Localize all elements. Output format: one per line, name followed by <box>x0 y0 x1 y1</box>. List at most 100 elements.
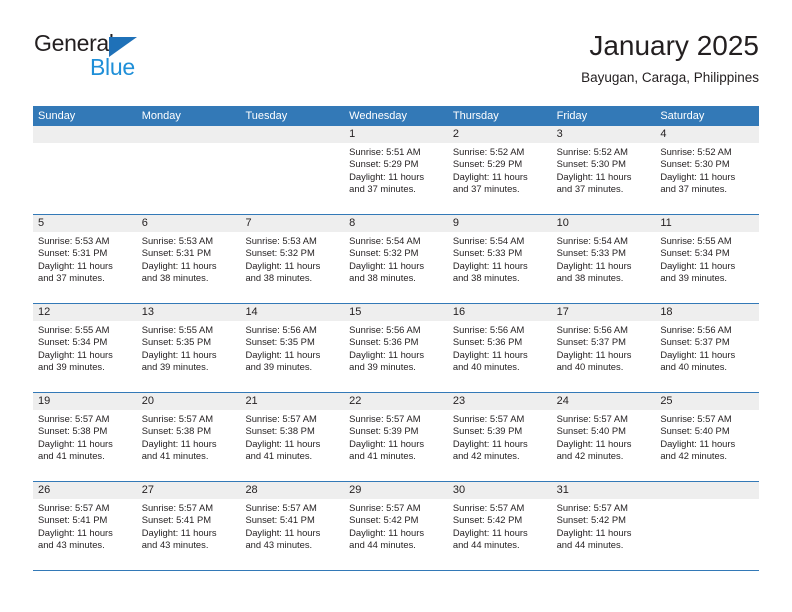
page-title: January 2025 <box>589 30 759 61</box>
day-info-sunset: Sunset: 5:42 PM <box>556 514 626 526</box>
day-info-sunrise: Sunrise: 5:57 AM <box>38 413 110 424</box>
day-cell-2[interactable]: 2 Sunrise: 5:52 AM Sunset: 5:29 PM Daylight… <box>447 126 552 214</box>
day-cell-14[interactable]: 14 Sunrise: 5:56 AM Sunset: 5:35 PM Dayligh… <box>240 304 345 392</box>
day-cell-30[interactable]: 30 Sunrise: 5:57 AM Sunset: 5:42 PM Dayligh… <box>447 482 552 570</box>
day-info-sunset: Sunset: 5:41 PM <box>141 514 212 526</box>
day-cell-27[interactable]: 27 Sunrise: 5:57 AM Sunset: 5:41 PM Dayligh… <box>136 482 241 570</box>
day-number: 19 <box>33 393 137 410</box>
day-info-sunset: Sunset: 5:37 PM <box>660 336 730 348</box>
day-cell-29[interactable]: 29 Sunrise: 5:57 AM Sunset: 5:42 PM Dayligh… <box>344 482 448 570</box>
calendar-weeks: 1 Sunrise: 5:51 AM Sunset: 5:29 PM Daylight… <box>33 126 760 571</box>
day-number: 20 <box>136 393 241 410</box>
day-cell-11[interactable]: 11 Sunrise: 5:55 AM Sunset: 5:34 PM Dayligh… <box>655 215 760 303</box>
day-cell-10[interactable]: 10 Sunrise: 5:54 AM Sunset: 5:33 PM Dayligh… <box>551 215 656 303</box>
day-number: 8 <box>344 215 448 232</box>
day-info-daylight2: and 38 minutes. <box>556 272 624 284</box>
day-info-daylight2: and 44 minutes. <box>349 539 416 551</box>
day-sun-info: Sunrise: 5:57 AM Sunset: 5:42 PM Daylight:… <box>448 499 552 552</box>
day-info-sunset: Sunset: 5:41 PM <box>245 514 315 526</box>
day-cell-9[interactable]: 9 Sunrise: 5:54 AM Sunset: 5:33 PM Daylight… <box>447 215 552 303</box>
day-cell-24[interactable]: 24 Sunrise: 5:57 AM Sunset: 5:40 PM Dayligh… <box>551 393 656 481</box>
day-info-daylight2: and 43 minutes. <box>245 539 313 551</box>
day-info-sunset: Sunset: 5:29 PM <box>452 158 523 170</box>
day-cell-20[interactable]: 20 Sunrise: 5:57 AM Sunset: 5:38 PM Dayligh… <box>136 393 241 481</box>
day-info-sunrise: Sunrise: 5:57 AM <box>141 413 214 424</box>
day-number: 5 <box>33 215 137 232</box>
day-cell-15[interactable]: 15 Sunrise: 5:56 AM Sunset: 5:36 PM Dayligh… <box>344 304 448 392</box>
day-cell-18[interactable]: 18 Sunrise: 5:56 AM Sunset: 5:37 PM Dayligh… <box>655 304 760 392</box>
day-number: 11 <box>655 215 760 232</box>
day-cell-3[interactable]: 3 Sunrise: 5:52 AM Sunset: 5:30 PM Daylight… <box>551 126 656 214</box>
day-cell-28[interactable]: 28 Sunrise: 5:57 AM Sunset: 5:41 PM Dayligh… <box>240 482 345 570</box>
weekday-header-saturday: Saturday <box>660 110 705 122</box>
day-cell-1[interactable]: 1 Sunrise: 5:51 AM Sunset: 5:29 PM Daylight… <box>344 126 448 214</box>
day-info-daylight1: Daylight: 11 hours <box>556 437 632 449</box>
day-cell-16[interactable]: 16 Sunrise: 5:56 AM Sunset: 5:36 PM Dayligh… <box>447 304 552 392</box>
day-cell-17[interactable]: 17 Sunrise: 5:56 AM Sunset: 5:37 PM Dayligh… <box>551 304 656 392</box>
day-cell-25[interactable]: 25 Sunrise: 5:57 AM Sunset: 5:40 PM Dayligh… <box>655 393 760 481</box>
day-info-sunrise: Sunrise: 5:57 AM <box>660 413 732 424</box>
day-sun-info: Sunrise: 5:57 AM Sunset: 5:38 PM Daylight:… <box>137 410 241 463</box>
day-number: 17 <box>551 304 656 321</box>
day-cell-5[interactable]: 5 Sunrise: 5:53 AM Sunset: 5:31 PM Daylight… <box>33 215 137 303</box>
day-info-daylight2: and 41 minutes. <box>141 450 209 462</box>
day-info-daylight1: Daylight: 11 hours <box>349 348 425 360</box>
day-cell-8[interactable]: 8 Sunrise: 5:54 AM Sunset: 5:32 PM Daylight… <box>344 215 448 303</box>
calendar-week-row: 26 Sunrise: 5:57 AM Sunset: 5:41 PM Dayligh… <box>33 482 760 571</box>
day-info-daylight2: and 40 minutes. <box>660 361 728 373</box>
day-info-sunset: Sunset: 5:33 PM <box>452 247 523 259</box>
day-sun-info: Sunrise: 5:57 AM Sunset: 5:40 PM Daylight:… <box>552 410 656 463</box>
day-info-daylight2: and 37 minutes. <box>660 183 728 195</box>
day-number: 31 <box>551 482 656 499</box>
day-sun-info: Sunrise: 5:51 AM Sunset: 5:29 PM Daylight:… <box>344 143 448 196</box>
day-cell-12[interactable]: 12 Sunrise: 5:55 AM Sunset: 5:34 PM Dayligh… <box>33 304 137 392</box>
day-info-sunset: Sunset: 5:40 PM <box>660 425 730 437</box>
day-info-sunset: Sunset: 5:39 PM <box>349 425 419 437</box>
day-info-daylight2: and 37 minutes. <box>38 272 105 284</box>
day-number: 9 <box>447 215 552 232</box>
day-cell-21[interactable]: 21 Sunrise: 5:57 AM Sunset: 5:38 PM Dayligh… <box>240 393 345 481</box>
day-info-daylight1: Daylight: 11 hours <box>38 437 113 449</box>
day-info-sunrise: Sunrise: 5:57 AM <box>349 413 421 424</box>
day-info-daylight1: Daylight: 11 hours <box>141 348 217 360</box>
day-cell-13[interactable]: 13 Sunrise: 5:55 AM Sunset: 5:35 PM Dayligh… <box>136 304 241 392</box>
day-cell-31[interactable]: 31 Sunrise: 5:57 AM Sunset: 5:42 PM Dayligh… <box>551 482 656 570</box>
day-number: 23 <box>447 393 552 410</box>
day-info-daylight2: and 39 minutes. <box>38 361 105 373</box>
day-number: 4 <box>655 126 760 143</box>
day-info-daylight2: and 39 minutes. <box>141 361 209 373</box>
day-number: 1 <box>344 126 448 143</box>
day-number: 30 <box>447 482 552 499</box>
day-number: 24 <box>551 393 656 410</box>
day-info-sunset: Sunset: 5:37 PM <box>556 336 626 348</box>
day-cell-7[interactable]: 7 Sunrise: 5:53 AM Sunset: 5:32 PM Daylight… <box>240 215 345 303</box>
day-info-sunrise: Sunrise: 5:52 AM <box>452 146 525 157</box>
day-number: 13 <box>136 304 241 321</box>
day-cell-6[interactable]: 6 Sunrise: 5:53 AM Sunset: 5:31 PM Daylight… <box>136 215 241 303</box>
day-info-sunrise: Sunrise: 5:54 AM <box>349 235 421 246</box>
day-info-daylight1: Daylight: 11 hours <box>556 348 632 360</box>
day-number: 27 <box>136 482 241 499</box>
weekday-header-wednesday: Wednesday <box>349 110 408 122</box>
day-sun-info: Sunrise: 5:53 AM Sunset: 5:31 PM Daylight:… <box>33 232 137 285</box>
day-info-daylight1: Daylight: 11 hours <box>349 259 425 271</box>
day-info-daylight2: and 37 minutes. <box>349 183 416 195</box>
day-info-sunset: Sunset: 5:42 PM <box>349 514 419 526</box>
logo-text-blue: Blue <box>90 54 135 80</box>
day-info-sunrise: Sunrise: 5:57 AM <box>141 502 214 513</box>
day-info-sunrise: Sunrise: 5:57 AM <box>556 413 628 424</box>
day-sun-info: Sunrise: 5:55 AM Sunset: 5:34 PM Daylight:… <box>33 321 137 374</box>
calendar-week-row: 5 Sunrise: 5:53 AM Sunset: 5:31 PM Daylight… <box>33 215 760 304</box>
day-sun-info: Sunrise: 5:57 AM Sunset: 5:41 PM Daylight:… <box>137 499 241 552</box>
generalblue-logo[interactable]: General Blue <box>33 28 213 88</box>
calendar-week-row: 1 Sunrise: 5:51 AM Sunset: 5:29 PM Daylight… <box>33 126 760 215</box>
day-cell-4[interactable]: 4 Sunrise: 5:52 AM Sunset: 5:30 PM Daylight… <box>655 126 760 214</box>
day-info-sunrise: Sunrise: 5:55 AM <box>38 324 110 335</box>
day-info-daylight2: and 42 minutes. <box>556 450 624 462</box>
day-cell-19[interactable]: 19 Sunrise: 5:57 AM Sunset: 5:38 PM Dayligh… <box>33 393 137 481</box>
day-cell-26[interactable]: 26 Sunrise: 5:57 AM Sunset: 5:41 PM Dayligh… <box>33 482 137 570</box>
day-cell-22[interactable]: 22 Sunrise: 5:57 AM Sunset: 5:39 PM Dayligh… <box>344 393 448 481</box>
day-info-daylight2: and 40 minutes. <box>452 361 520 373</box>
day-info-sunrise: Sunrise: 5:57 AM <box>452 502 525 513</box>
day-cell-23[interactable]: 23 Sunrise: 5:57 AM Sunset: 5:39 PM Dayligh… <box>447 393 552 481</box>
